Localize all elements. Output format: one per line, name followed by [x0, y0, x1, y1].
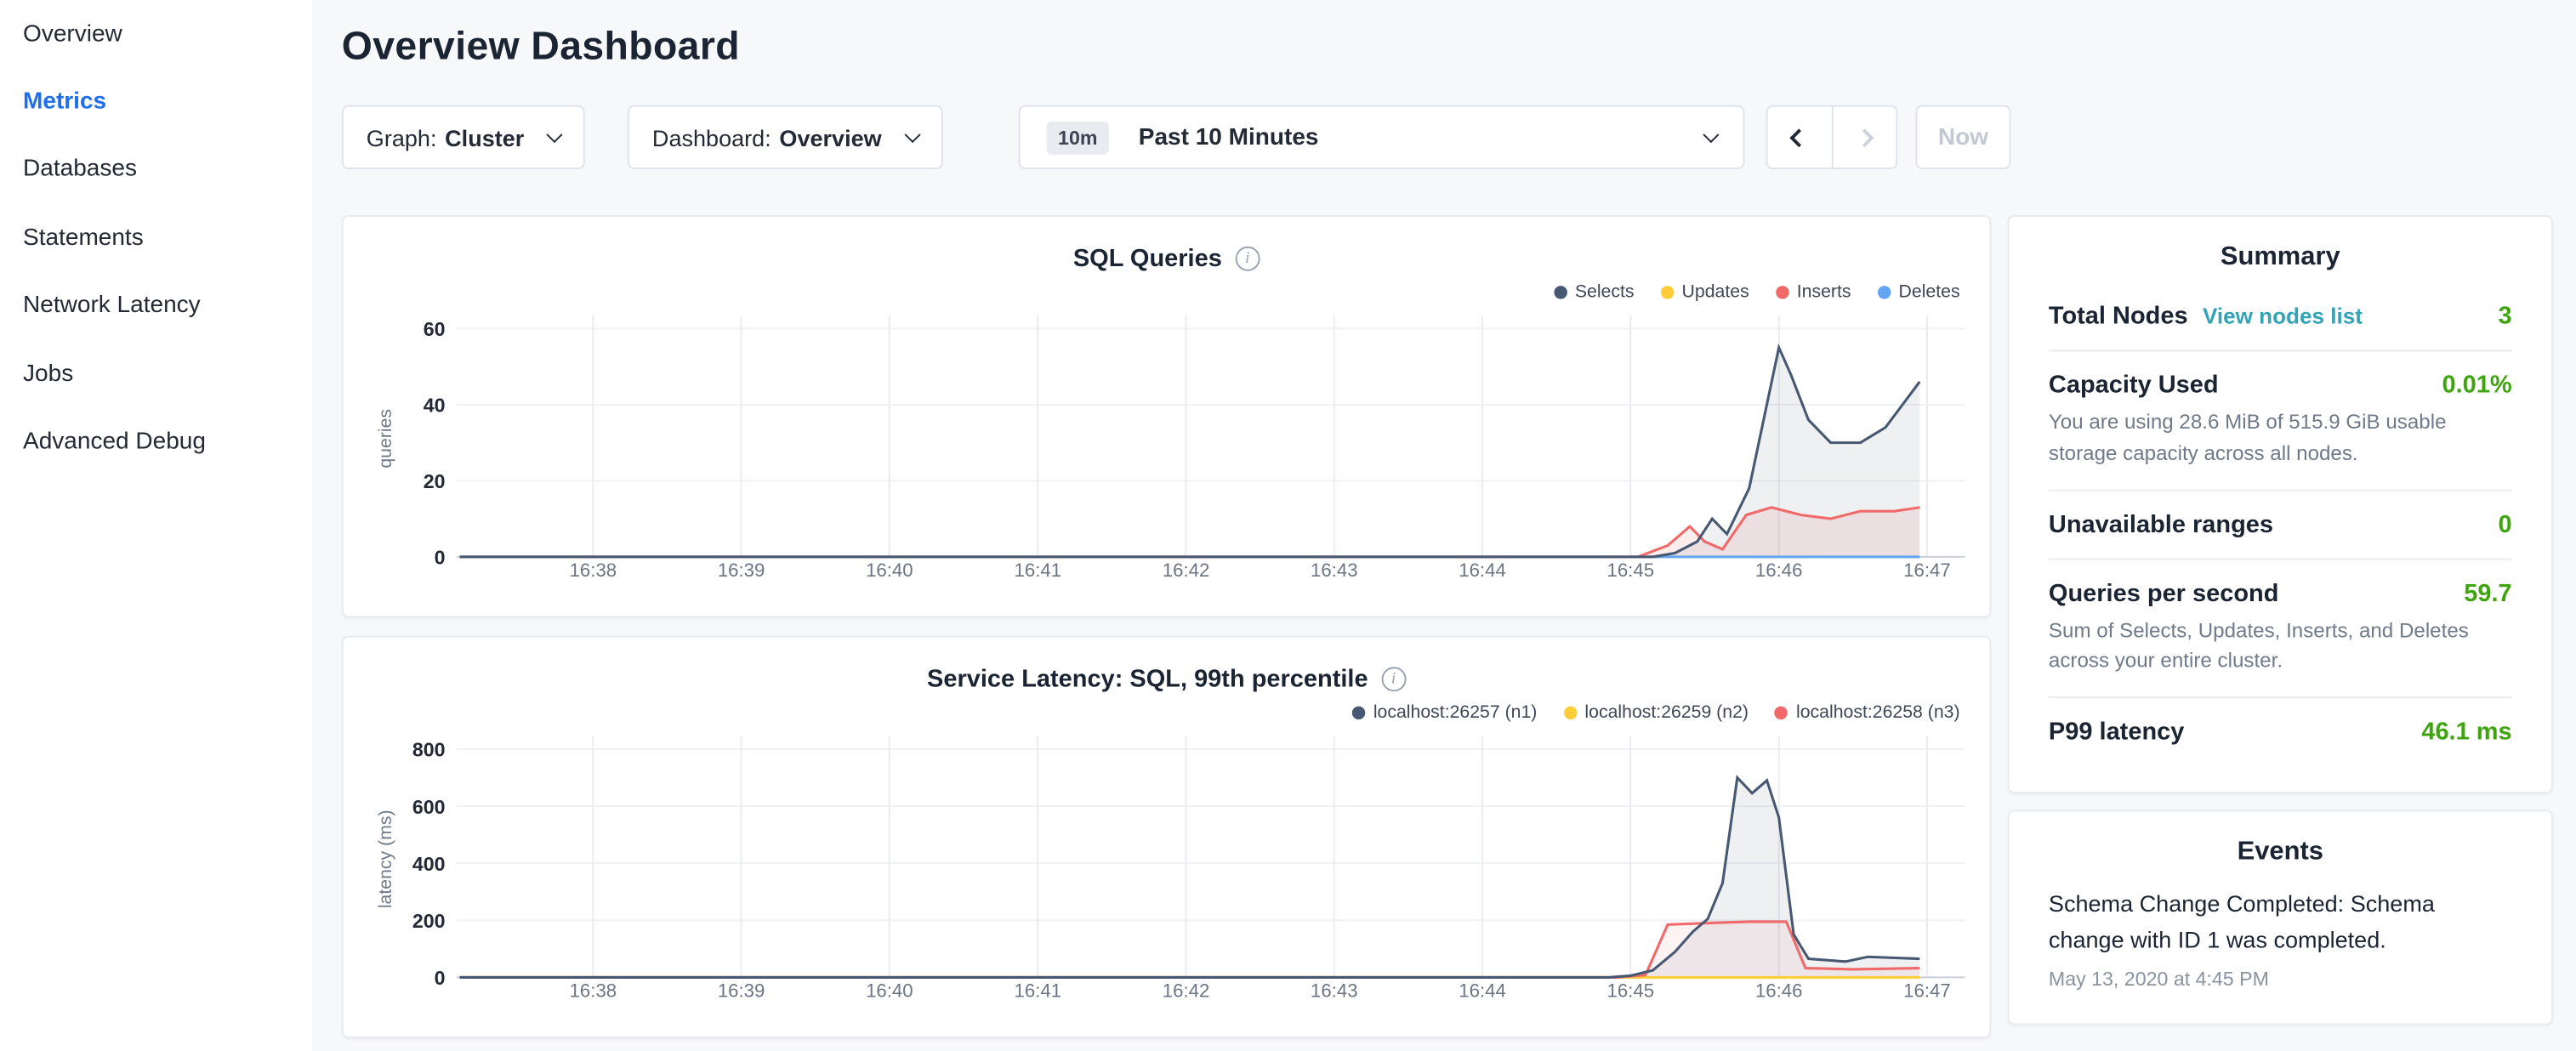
right-column: Summary Total Nodes View nodes list 3 Ca… [2008, 215, 2553, 1051]
svg-text:0: 0 [435, 967, 446, 989]
prev-time-button[interactable] [1766, 105, 1833, 169]
svg-text:16:38: 16:38 [570, 560, 617, 581]
page-title: Overview Dashboard [342, 25, 2553, 71]
events-title: Events [2049, 838, 2512, 867]
chart-plot[interactable]: 16:38 16:39 16:40 16:41 16:42 16:43 16:44 16:45… [344, 638, 1993, 1040]
chart-plot[interactable]: 16:38 16:39 16:40 16:41 16:42 16:43 16:44 16:45… [344, 217, 1993, 619]
svg-text:16:41: 16:41 [1015, 980, 1062, 1002]
dashboard-dropdown[interactable]: Dashboard: Overview [628, 105, 943, 169]
svg-text:16:45: 16:45 [1606, 560, 1654, 581]
dashboard-dropdown-label: Dashboard: [652, 124, 771, 151]
svg-text:16:42: 16:42 [1163, 980, 1210, 1002]
summary-label: Queries per second [2049, 579, 2279, 607]
summary-value: 3 [2499, 302, 2512, 330]
svg-text:16:45: 16:45 [1606, 980, 1654, 1002]
time-range-value: Past 10 Minutes [1139, 124, 1319, 151]
sidebar-item-overview[interactable]: Overview [0, 0, 312, 68]
sidebar-item-jobs[interactable]: Jobs [0, 340, 312, 408]
view-nodes-link[interactable]: View nodes list [2203, 304, 2363, 328]
dashboard-controls: Graph: Cluster Dashboard: Overview 10m Pas… [342, 105, 2553, 169]
main-content: Overview Dashboard Graph: Cluster Dashboa… [312, 0, 2576, 1051]
now-button[interactable]: Now [1915, 105, 2010, 169]
chevron-down-icon [905, 127, 921, 143]
event-item[interactable]: Schema Change Completed: Schema change w… [2049, 887, 2512, 991]
svg-text:16:46: 16:46 [1755, 980, 1803, 1002]
svg-text:16:41: 16:41 [1015, 560, 1062, 581]
summary-label: P99 latency [2049, 718, 2184, 746]
summary-row-p99-latency: P99 latency 46.1 ms [2049, 698, 2512, 765]
chevron-right-icon [1855, 128, 1874, 146]
summary-label: Unavailable ranges [2049, 510, 2273, 538]
dashboard-dropdown-text: Dashboard: Overview [652, 124, 882, 151]
svg-text:16:39: 16:39 [718, 560, 765, 581]
summary-value: 0 [2499, 510, 2512, 538]
summary-row-capacity-used: Capacity Used 0.01% You are using 28.6 M… [2049, 351, 2512, 490]
svg-text:200: 200 [412, 910, 446, 932]
svg-text:600: 600 [412, 796, 446, 818]
chevron-down-icon [1703, 127, 1719, 143]
svg-text:60: 60 [424, 318, 446, 340]
event-message: Schema Change Completed: Schema change w… [2049, 887, 2512, 958]
svg-text:16:44: 16:44 [1459, 980, 1506, 1002]
y-axis-label: latency (ms) [376, 777, 395, 941]
svg-text:16:40: 16:40 [866, 560, 913, 581]
svg-text:0: 0 [435, 547, 446, 569]
chart-card-sql-queries: SQL Queries i SelectsUpdatesInsertsDelet… [342, 215, 1991, 617]
graph-dropdown-value: Cluster [445, 124, 524, 151]
sidebar-item-statements[interactable]: Statements [0, 204, 312, 272]
summary-label: Capacity Used [2049, 372, 2219, 400]
sidebar-item-network-latency[interactable]: Network Latency [0, 272, 312, 340]
sidebar-item-databases[interactable]: Databases [0, 136, 312, 204]
summary-row-unavailable-ranges: Unavailable ranges 0 [2049, 491, 2512, 560]
time-range-selector[interactable]: 10m Past 10 Minutes [1019, 105, 1745, 169]
summary-title: Summary [2049, 243, 2512, 273]
sidebar: Overview Metrics Databases Statements Ne… [0, 0, 312, 1051]
svg-text:16:47: 16:47 [1903, 980, 1951, 1002]
summary-label: Total Nodes [2049, 302, 2188, 330]
event-timestamp: May 13, 2020 at 4:45 PM [2049, 969, 2512, 991]
app-root: Overview Metrics Databases Statements Ne… [0, 0, 2576, 1051]
summary-row-queries-per-second: Queries per second 59.7 Sum of Selects, … [2049, 560, 2512, 698]
svg-text:16:39: 16:39 [718, 980, 765, 1002]
time-pager [1766, 105, 1898, 169]
sidebar-item-metrics[interactable]: Metrics [0, 68, 312, 136]
chart-card-service-latency: Service Latency: SQL, 99th percentile i … [342, 636, 1991, 1038]
chevron-down-icon [546, 127, 562, 143]
dashboard-dropdown-value: Overview [779, 124, 881, 151]
graph-dropdown-label: Graph: [367, 124, 437, 151]
chevron-left-icon [1790, 128, 1809, 146]
summary-card: Summary Total Nodes View nodes list 3 Ca… [2008, 215, 2553, 793]
summary-value: 46.1 ms [2421, 718, 2511, 746]
events-card: Events Schema Change Completed: Schema c… [2008, 810, 2553, 1025]
content-row: SQL Queries i SelectsUpdatesInsertsDelet… [342, 215, 2553, 1051]
sidebar-item-advanced-debug[interactable]: Advanced Debug [0, 408, 312, 476]
summary-subtext: You are using 28.6 MiB of 515.9 GiB usab… [2049, 407, 2512, 469]
svg-text:16:47: 16:47 [1903, 560, 1951, 581]
svg-text:16:38: 16:38 [570, 980, 617, 1002]
svg-text:16:46: 16:46 [1755, 560, 1803, 581]
y-axis-label: queries [376, 356, 395, 520]
summary-subtext: Sum of Selects, Updates, Inserts, and De… [2049, 615, 2512, 676]
summary-value: 0.01% [2442, 372, 2511, 400]
svg-text:800: 800 [412, 739, 446, 761]
svg-text:16:40: 16:40 [866, 980, 913, 1002]
svg-text:40: 40 [424, 394, 446, 416]
svg-text:16:43: 16:43 [1311, 980, 1358, 1002]
time-range-badge: 10m [1047, 121, 1109, 154]
svg-text:16:43: 16:43 [1311, 560, 1358, 581]
graph-dropdown[interactable]: Graph: Cluster [342, 105, 585, 169]
svg-text:20: 20 [424, 470, 446, 492]
svg-text:16:44: 16:44 [1459, 560, 1506, 581]
summary-row-total-nodes: Total Nodes View nodes list 3 [2049, 282, 2512, 351]
charts-column: SQL Queries i SelectsUpdatesInsertsDelet… [342, 215, 1991, 1051]
svg-text:16:42: 16:42 [1163, 560, 1210, 581]
next-time-button[interactable] [1831, 105, 1897, 169]
summary-value: 59.7 [2464, 579, 2511, 607]
graph-dropdown-text: Graph: Cluster [367, 124, 525, 151]
svg-text:400: 400 [412, 853, 446, 875]
